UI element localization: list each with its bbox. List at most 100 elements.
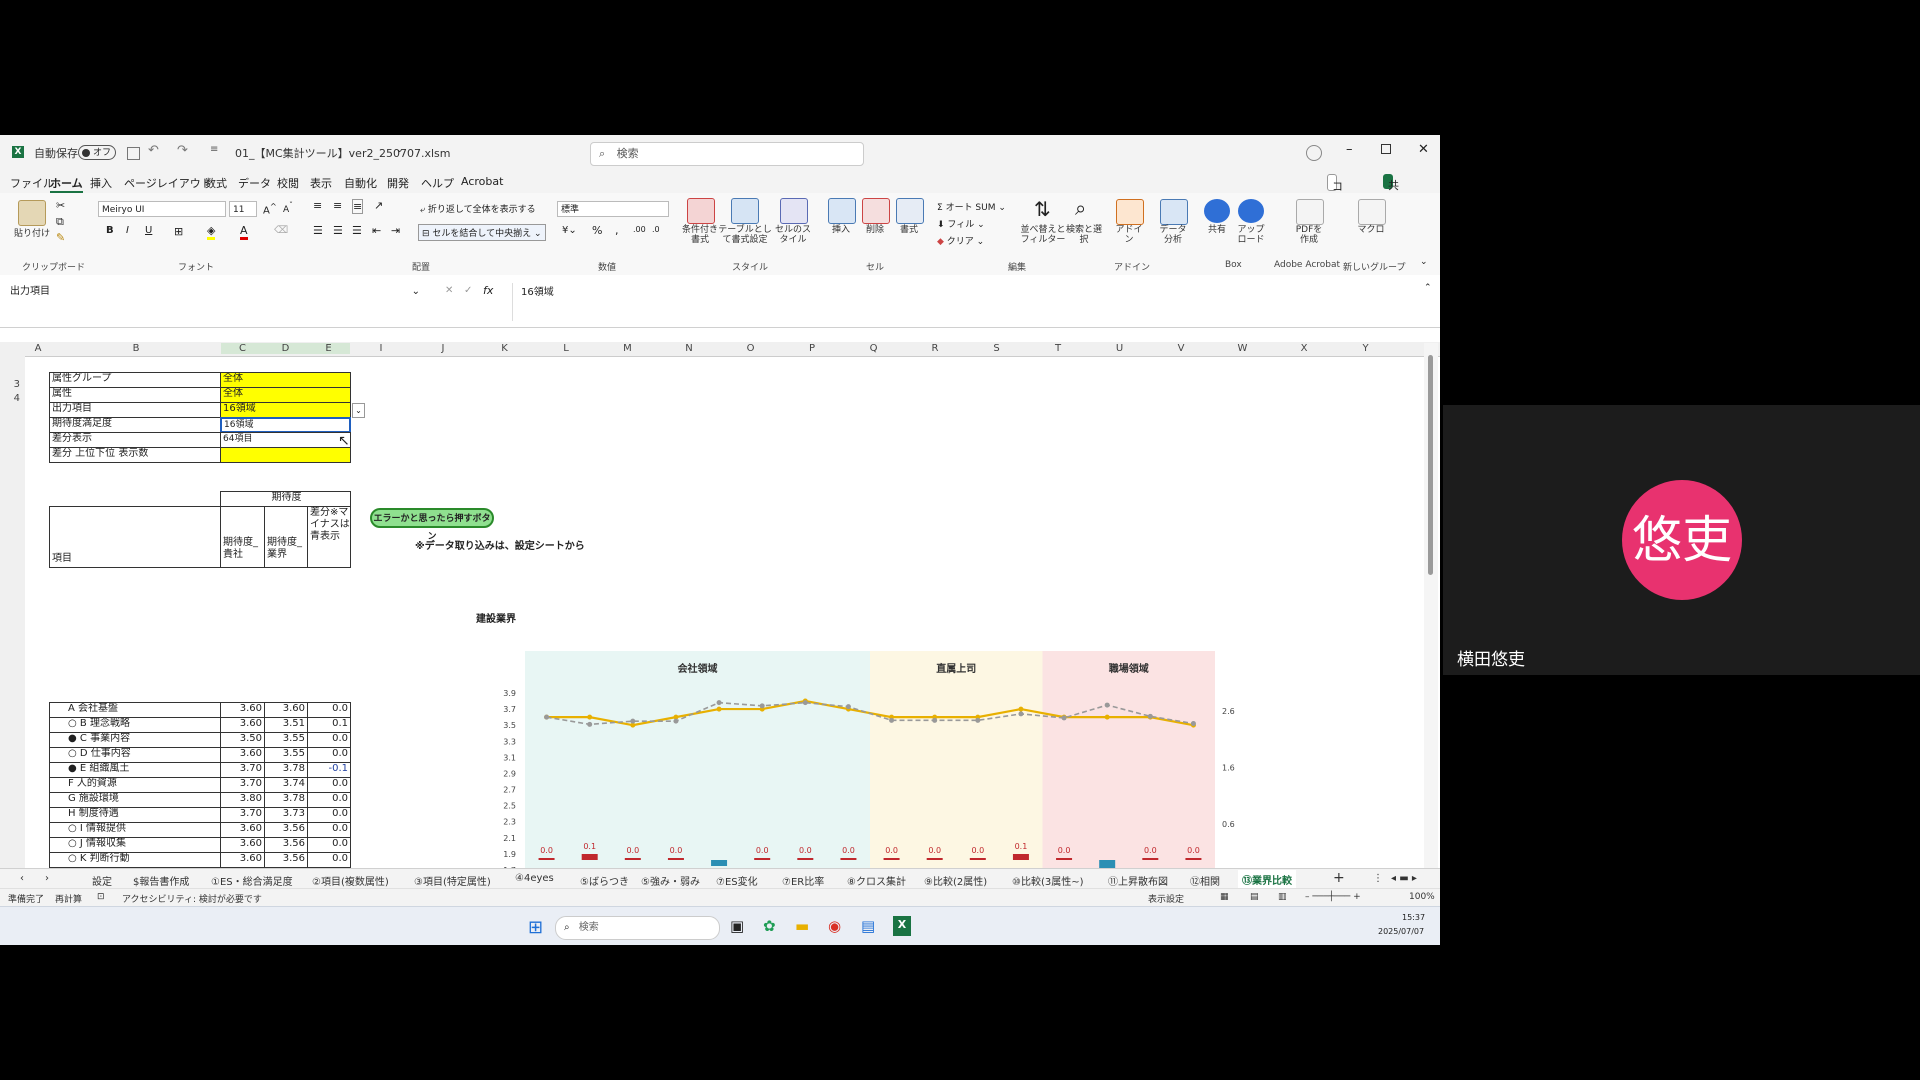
- col-header[interactable]: R: [904, 343, 966, 354]
- table-cell-value[interactable]: 3.56: [264, 837, 308, 853]
- sheet-tab[interactable]: ②項目(複数属性): [312, 873, 389, 888]
- col-header-diff[interactable]: 差分※マイナスは青表示: [307, 506, 351, 568]
- dropdown-option[interactable]: 64項目: [220, 432, 351, 448]
- increase-decimal-icon[interactable]: .00: [633, 225, 646, 234]
- underline-icon[interactable]: U: [145, 225, 152, 236]
- sheet-tab[interactable]: ⑨比較(2属性): [924, 873, 987, 888]
- insert-function-icon[interactable]: fx: [483, 284, 493, 297]
- account-icon[interactable]: [1306, 145, 1322, 161]
- row-header[interactable]: 4: [0, 393, 20, 404]
- borders-icon[interactable]: ⊞: [174, 225, 183, 238]
- upload-icon[interactable]: [1238, 199, 1264, 223]
- redo-icon[interactable]: ↷: [177, 143, 188, 158]
- table-cell-value[interactable]: 3.60: [220, 717, 265, 733]
- table-cell-value[interactable]: 3.60: [220, 747, 265, 763]
- zoom-slider[interactable]: – ───┼─── +: [1305, 892, 1361, 902]
- col-header[interactable]: J: [412, 343, 474, 354]
- table-cell-item[interactable]: ○ I 情報提供: [49, 822, 221, 838]
- table-cell-value[interactable]: 3.56: [264, 852, 308, 868]
- align-top-icon[interactable]: ≡: [313, 199, 322, 212]
- create-pdf-button[interactable]: PDFを作成: [1294, 225, 1324, 245]
- setting-label[interactable]: 属性グループ: [49, 372, 221, 388]
- col-header[interactable]: L: [535, 343, 597, 354]
- sheet-tab[interactable]: ④4eyes: [515, 873, 554, 884]
- insert-cells-button[interactable]: 挿入: [826, 225, 856, 235]
- table-cell-value[interactable]: 3.78: [264, 762, 308, 778]
- normal-view-icon[interactable]: ▦: [1220, 892, 1229, 902]
- setting-value[interactable]: 全体: [220, 372, 351, 388]
- table-cell-value[interactable]: 3.56: [264, 822, 308, 838]
- sort-filter-icon[interactable]: ⇅: [1034, 197, 1051, 221]
- formula-cancel-icon[interactable]: ✕: [445, 285, 453, 296]
- filename-chevron-icon[interactable]: ⌄: [396, 145, 404, 155]
- formula-input[interactable]: 16領域: [512, 283, 1440, 321]
- scrollbar-thumb[interactable]: [1428, 355, 1433, 575]
- restore-icon[interactable]: [1381, 144, 1391, 154]
- sheet-tab[interactable]: ⑧クロス集計: [847, 873, 906, 888]
- format-painter-icon[interactable]: ✎: [56, 231, 65, 244]
- table-cell-item[interactable]: ● C 事業内容: [49, 732, 221, 748]
- find-select-button[interactable]: 検索と選択: [1064, 225, 1104, 245]
- decrease-decimal-icon[interactable]: .0: [652, 225, 660, 234]
- name-box[interactable]: 出力項目 ⌄: [4, 283, 424, 301]
- group-header[interactable]: 期待度: [220, 491, 351, 507]
- error-help-button[interactable]: エラーかと思ったら押すボタン: [370, 508, 494, 542]
- menu-view[interactable]: 表示: [310, 175, 332, 191]
- format-cells-icon[interactable]: [896, 198, 924, 224]
- table-cell-value[interactable]: 3.60: [220, 822, 265, 838]
- accounting-format-icon[interactable]: ¥⌄: [562, 225, 577, 236]
- table-cell-value[interactable]: 0.0: [307, 702, 351, 718]
- sheet-tab[interactable]: 設定: [92, 873, 112, 888]
- font-size-select[interactable]: 11: [229, 201, 257, 217]
- fill-color-icon[interactable]: ◈: [207, 224, 216, 240]
- upload-button[interactable]: アップロード: [1236, 225, 1266, 245]
- chrome-icon[interactable]: ◉: [828, 917, 841, 935]
- col-header[interactable]: Y: [1335, 343, 1396, 354]
- table-cell-value[interactable]: 3.74: [264, 777, 308, 793]
- cell-style-button[interactable]: セルのスタイル: [772, 225, 814, 245]
- sheet-tab[interactable]: ①ES・総合満足度: [211, 873, 293, 888]
- cell-style-icon[interactable]: [780, 198, 808, 224]
- data-analysis-icon[interactable]: [1160, 199, 1188, 225]
- menu-file[interactable]: ファイル: [10, 175, 54, 191]
- col-header[interactable]: D: [264, 343, 307, 354]
- table-cell-item[interactable]: ● E 組織風土: [49, 762, 221, 778]
- decrease-indent-icon[interactable]: ⇤: [372, 224, 381, 237]
- col-header[interactable]: A: [25, 343, 51, 354]
- col-header[interactable]: P: [781, 343, 843, 354]
- col-header[interactable]: E: [307, 343, 350, 354]
- table-cell-value[interactable]: 3.60: [220, 837, 265, 853]
- formula-enter-icon[interactable]: ✓: [464, 285, 472, 296]
- table-cell-value[interactable]: 3.73: [264, 807, 308, 823]
- item-header[interactable]: 項目: [49, 506, 221, 568]
- font-name-select[interactable]: Meiryo UI: [98, 201, 226, 217]
- macro-record-icon[interactable]: ⊡: [97, 892, 105, 902]
- sheet-tab[interactable]: ⑦ER比率: [782, 873, 824, 888]
- setting-label[interactable]: 差分表示: [49, 432, 221, 448]
- col-header[interactable]: S: [966, 343, 1027, 354]
- close-icon[interactable]: ✕: [1418, 142, 1429, 157]
- bold-icon[interactable]: B: [106, 225, 114, 236]
- table-cell-value[interactable]: 3.60: [264, 702, 308, 718]
- menu-home[interactable]: ホーム: [50, 175, 83, 193]
- setting-value[interactable]: 16領域: [220, 402, 351, 418]
- collapse-ribbon-icon[interactable]: ⌄: [1420, 257, 1428, 267]
- excel-taskbar-icon[interactable]: X: [893, 916, 911, 936]
- row-header[interactable]: 3: [0, 379, 20, 390]
- macro-icon[interactable]: [1358, 199, 1386, 225]
- table-cell-value[interactable]: 0.1: [307, 717, 351, 733]
- table-cell-value[interactable]: 3.60: [220, 852, 265, 868]
- add-sheet-icon[interactable]: +: [1333, 870, 1345, 886]
- col-header-company[interactable]: 期待度_貴社: [220, 506, 265, 568]
- menu-automate[interactable]: 自動化: [344, 175, 377, 191]
- file-explorer-icon[interactable]: ▬: [795, 917, 809, 935]
- sheet-tab[interactable]: ⑦ES変化: [716, 873, 758, 888]
- task-view-icon[interactable]: ▣: [730, 917, 744, 935]
- table-format-icon[interactable]: [731, 198, 759, 224]
- create-pdf-icon[interactable]: [1296, 199, 1324, 225]
- menu-data[interactable]: データ: [238, 175, 271, 191]
- col-header[interactable]: W: [1212, 343, 1273, 354]
- find-select-icon[interactable]: ⌕: [1075, 196, 1086, 220]
- menu-developer[interactable]: 開発: [387, 175, 409, 191]
- menu-help[interactable]: ヘルプ: [421, 175, 454, 191]
